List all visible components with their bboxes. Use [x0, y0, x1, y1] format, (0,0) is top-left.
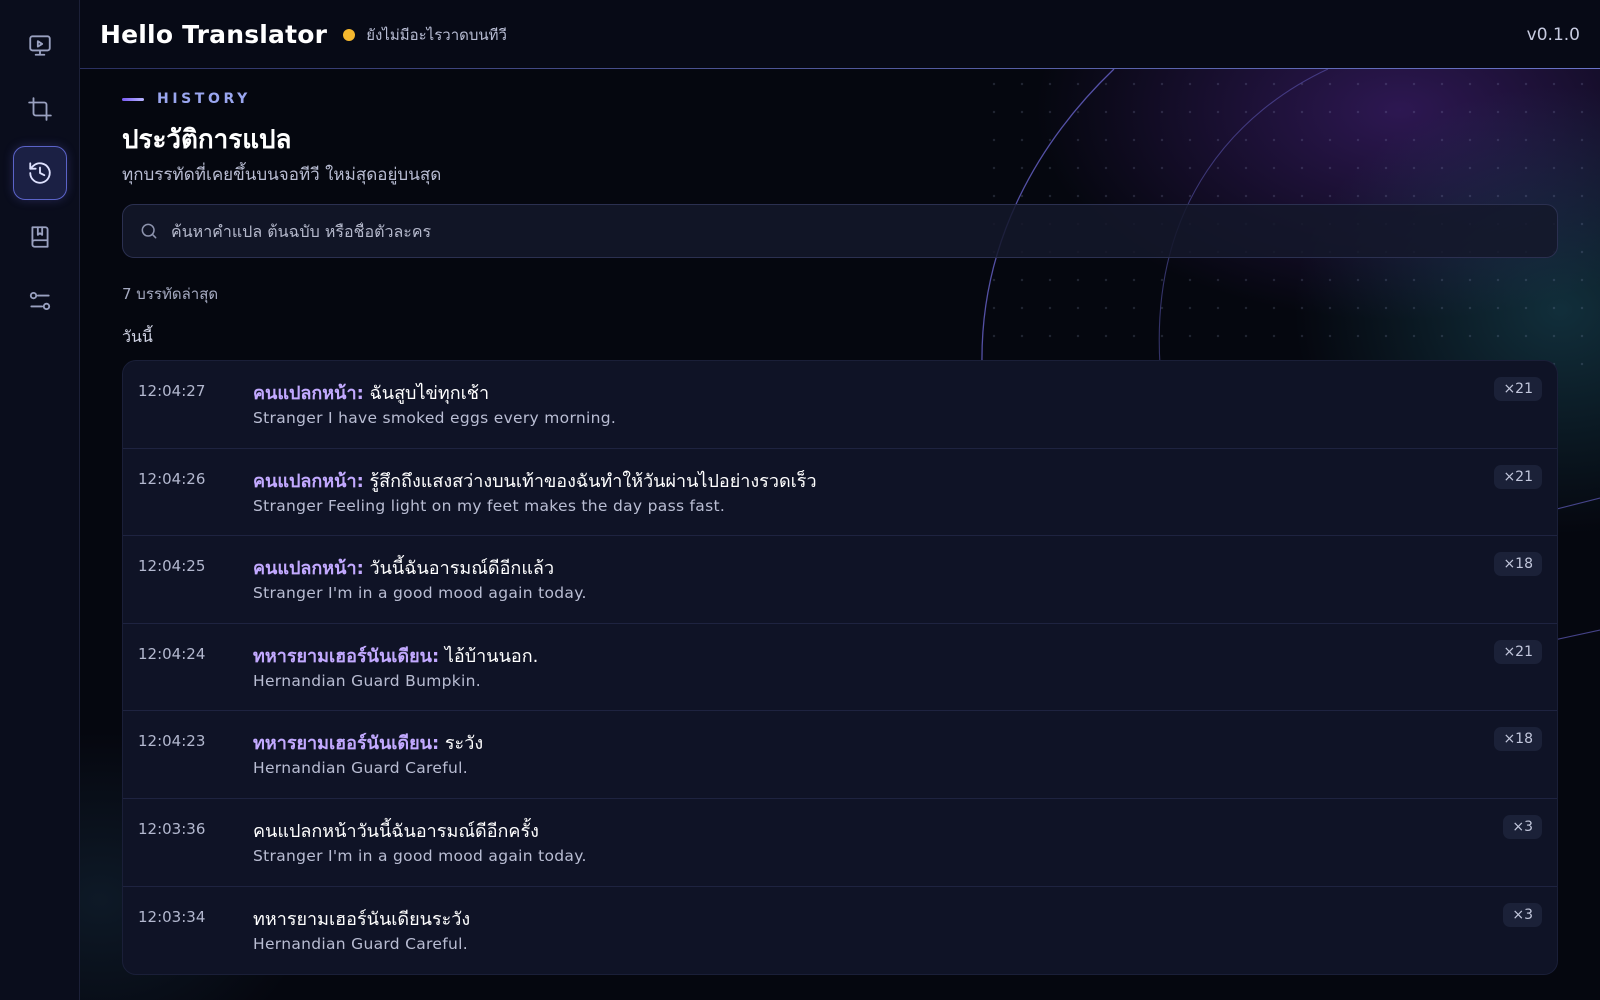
row-thai-text: คนแปลกหน้า: วันนี้ฉันอารมณ์ดีอีกแล้ว: [253, 553, 1557, 579]
page-subtitle: ทุกบรรทัดที่เคยขึ้นบนจอทีวี ใหม่สุดอยู่บ…: [122, 165, 442, 185]
version-label: v0.1.0: [1526, 24, 1580, 45]
history-row[interactable]: 12:04:25 คนแปลกหน้า: วันนี้ฉันอารมณ์ดีอี…: [123, 536, 1557, 624]
row-line: วันนี้ฉันอารมณ์ดีอีกแล้ว: [363, 558, 555, 580]
history-row[interactable]: 12:04:24 ทหารยามเฮอร์นันเดียน: ไอ้บ้านนอ…: [123, 624, 1557, 712]
header-divider: [80, 68, 1600, 69]
row-speaker: คนแปลกหน้า:: [253, 558, 364, 580]
row-timestamp: 12:03:36: [138, 819, 206, 838]
row-translation: Stranger Feeling light on my feet makes …: [253, 496, 726, 515]
row-translation: Hernandian Guard Bumpkin.: [253, 671, 481, 690]
nav-button-glossary[interactable]: [13, 210, 67, 264]
nav-button-settings[interactable]: [13, 274, 67, 328]
row-count-badge: ×18: [1494, 727, 1542, 752]
eyebrow-label: HISTORY: [157, 91, 251, 107]
history-icon: [28, 162, 51, 184]
row-count-badge: ×21: [1494, 639, 1542, 664]
row-thai-text: ทหารยามเฮอร์นันเดียน: ไอ้บ้านนอก.: [253, 641, 1557, 667]
status-text: ยังไม่มีอะไรวาดบนทีวี: [366, 25, 507, 44]
row-translation: Stranger I have smoked eggs every mornin…: [253, 409, 617, 427]
book-icon: [30, 226, 49, 248]
history-list: 12:04:27 คนแปลกหน้า: ฉันสูบไข่ทุกเช้า St…: [122, 360, 1558, 976]
row-count-badge: ×3: [1503, 814, 1542, 839]
sliders-icon: [29, 291, 50, 311]
row-line: รู้สึกถึงแสงสว่างบนเท้าของฉันทำให้วันผ่า…: [363, 470, 817, 492]
row-thai-text: ทหารยามเฮอร์นันเดียนระวัง: [253, 904, 1557, 930]
search-input[interactable]: [171, 221, 1557, 241]
nav-button-crop[interactable]: [13, 82, 67, 136]
row-thai-text: คนแปลกหน้า: รู้สึกถึงแสงสว่างบนเท้าของฉั…: [253, 466, 1557, 492]
crop-icon: [27, 97, 52, 121]
history-row[interactable]: 12:04:26 คนแปลกหน้า: รู้สึกถึงแสงสว่างบน…: [123, 449, 1557, 537]
search-box[interactable]: [122, 204, 1558, 258]
row-line: คนแปลกหน้าวันนี้ฉันอารมณ์ดีอีกครั้ง: [253, 820, 539, 842]
eyebrow-accent-bar: [122, 97, 144, 101]
row-timestamp: 12:04:23: [138, 732, 206, 751]
sidebar: [0, 0, 80, 1000]
row-translation: Hernandian Guard Careful.: [253, 759, 468, 778]
row-speaker: คนแปลกหน้า:: [253, 470, 364, 492]
monitor-play-icon: [28, 35, 51, 56]
history-row[interactable]: 12:03:34 ทหารยามเฮอร์นันเดียนระวัง Herna…: [123, 887, 1557, 975]
row-line: ระวัง: [439, 733, 484, 755]
row-timestamp: 12:04:27: [138, 382, 206, 400]
row-line: ทหารยามเฮอร์นันเดียนระวัง: [253, 908, 471, 930]
row-thai-text: ทหารยามเฮอร์นันเดียน: ระวัง: [253, 728, 1557, 754]
search-icon: [141, 223, 157, 239]
nav-button-history[interactable]: [12, 146, 67, 200]
row-count-badge: ×18: [1494, 552, 1542, 577]
status-indicator: [343, 28, 356, 41]
date-group-label: วันนี้: [122, 327, 153, 346]
app-title: Hello Translator: [100, 20, 328, 49]
history-row[interactable]: 12:04:27 คนแปลกหน้า: ฉันสูบไข่ทุกเช้า St…: [123, 361, 1557, 449]
history-row[interactable]: 12:04:23 ทหารยามเฮอร์นันเดียน: ระวัง Her…: [123, 711, 1557, 799]
row-timestamp: 12:04:26: [138, 469, 206, 488]
row-timestamp: 12:04:25: [138, 557, 206, 576]
row-count-badge: ×21: [1494, 377, 1542, 401]
row-thai-text: คนแปลกหน้า: ฉันสูบไข่ทุกเช้า: [253, 378, 1557, 404]
history-page: HISTORY ประวัติการแปล ทุกบรรทัดที่เคยขึ้…: [122, 69, 1558, 976]
row-speaker: คนแปลกหน้า:: [253, 383, 364, 404]
row-translation: Stranger I'm in a good mood again today.: [253, 584, 587, 603]
row-line: ไอ้บ้านนอก.: [439, 645, 539, 667]
row-line: ฉันสูบไข่ทุกเช้า: [363, 383, 490, 404]
section-eyebrow: HISTORY: [122, 90, 1558, 108]
row-timestamp: 12:04:24: [138, 644, 206, 663]
row-speaker: ทหารยามเฮอร์นันเดียน:: [253, 733, 440, 755]
nav-button-screen[interactable]: [13, 18, 67, 72]
history-row[interactable]: 12:03:36 คนแปลกหน้าวันนี้ฉันอารมณ์ดีอีกค…: [123, 799, 1557, 887]
row-count-badge: ×21: [1494, 464, 1542, 489]
row-timestamp: 12:03:34: [138, 907, 206, 926]
row-translation: Hernandian Guard Careful.: [253, 934, 468, 953]
row-speaker: ทหารยามเฮอร์นันเดียน:: [253, 645, 440, 667]
page-title: ประวัติการแปล: [122, 125, 292, 155]
row-count-badge: ×3: [1503, 902, 1542, 927]
row-translation: Stranger I'm in a good mood again today.: [253, 846, 587, 865]
app-header: Hello Translator ยังไม่มีอะไรวาดบนทีวี v…: [80, 0, 1600, 69]
history-count: 7 บรรทัดล่าสุด: [122, 285, 219, 303]
row-thai-text: คนแปลกหน้าวันนี้ฉันอารมณ์ดีอีกครั้ง: [253, 816, 1557, 842]
